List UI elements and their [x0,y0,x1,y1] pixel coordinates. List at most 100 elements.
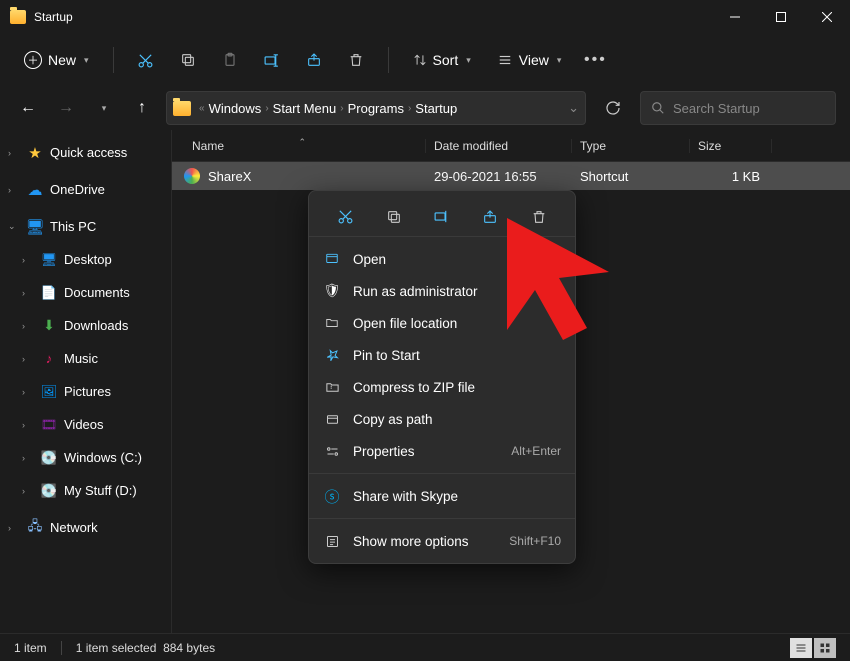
music-icon: ♪ [40,350,58,368]
paste-button[interactable] [212,42,248,78]
view-label: View [519,52,549,68]
desktop-icon: 🖥 [40,251,58,269]
plus-icon: ＋ [24,51,42,69]
sidebar-item-label: This PC [50,219,96,234]
address-row: ← → ▾ ↑ « Windows › Start Menu › Program… [0,86,850,130]
details-view-button[interactable] [790,638,812,658]
ctx-open[interactable]: Open [309,243,575,275]
column-header-date[interactable]: Date modified [426,139,572,153]
rename-button[interactable] [254,42,290,78]
column-header-name[interactable]: Name⌃ [172,139,426,153]
sidebar-item-label: Desktop [64,252,112,267]
sidebar-item-this-pc[interactable]: ⌄🖥This PC [0,210,171,243]
search-input[interactable]: Search Startup [640,91,836,125]
column-header-size[interactable]: Size [690,139,772,153]
ctx-delete-button[interactable] [523,201,555,233]
ctx-properties[interactable]: PropertiesAlt+Enter [309,435,575,467]
ctx-compress[interactable]: Compress to ZIP file [309,371,575,403]
crumb-startup[interactable]: Startup [415,101,457,116]
back-button[interactable]: ← [14,94,42,122]
file-row[interactable]: ShareX 29-06-2021 16:55 Shortcut 1 KB [172,162,850,190]
sidebar-item-documents[interactable]: ›📄Documents [0,276,171,309]
sidebar-item-pictures[interactable]: ›🖼Pictures [0,375,171,408]
address-bar[interactable]: « Windows › Start Menu › Programs › Star… [166,91,586,125]
view-button[interactable]: View ▾ [487,46,572,74]
ctx-label: Pin to Start [353,348,420,363]
sidebar: ›★Quick access ›☁OneDrive ⌄🖥This PC ›🖥De… [0,130,172,633]
zip-icon [323,380,341,395]
up-button[interactable]: ↑ [128,94,156,122]
ctx-open-location[interactable]: Open file location [309,307,575,339]
sidebar-item-music[interactable]: ›♪Music [0,342,171,375]
pictures-icon: 🖼 [40,383,58,401]
ctx-pin-start[interactable]: Pin to Start [309,339,575,371]
icons-view-button[interactable] [814,638,836,658]
sidebar-item-label: Music [64,351,98,366]
documents-icon: 📄 [40,284,58,302]
sharex-icon [184,168,200,184]
chevron-right-icon: › [265,103,268,114]
chevron-right-icon: › [408,103,411,114]
drive-icon: 💽 [40,449,58,467]
more-button[interactable]: ••• [577,42,613,78]
sidebar-item-label: OneDrive [50,182,105,197]
crumb-windows[interactable]: Windows [209,101,262,116]
ctx-label: Show more options [353,534,469,549]
view-icon [497,53,513,67]
folder-open-icon [323,316,341,330]
column-headers: Name⌃ Date modified Type Size [172,130,850,162]
maximize-button[interactable] [758,0,804,34]
sort-icon [413,53,427,67]
refresh-button[interactable] [596,91,630,125]
file-name: ShareX [208,169,251,184]
skype-icon: ⓢ [323,486,341,507]
sidebar-item-videos[interactable]: ›🎞Videos [0,408,171,441]
crumb-start-menu[interactable]: Start Menu [273,101,337,116]
ctx-run-admin[interactable]: 🛡 Run as administrator [309,275,575,307]
ctx-show-more[interactable]: Show more optionsShift+F10 [309,525,575,557]
sort-button[interactable]: Sort ▾ [403,46,481,74]
ctx-label: Run as administrator [353,284,478,299]
sidebar-item-label: Windows (C:) [64,450,142,465]
sidebar-item-quick-access[interactable]: ›★Quick access [0,136,171,169]
sidebar-item-onedrive[interactable]: ›☁OneDrive [0,173,171,206]
ctx-copy-path[interactable]: Copy as path [309,403,575,435]
copy-path-icon [323,412,341,427]
ctx-rename-button[interactable] [426,201,458,233]
share-button[interactable] [296,42,332,78]
sidebar-item-desktop[interactable]: ›🖥Desktop [0,243,171,276]
close-button[interactable] [804,0,850,34]
ctx-share-skype[interactable]: ⓢShare with Skype [309,480,575,512]
ctx-cut-button[interactable] [329,201,361,233]
titlebar: Startup [0,0,850,34]
cut-button[interactable] [128,42,164,78]
ctx-shortcut: Alt+Enter [511,444,561,458]
sidebar-item-network[interactable]: ›🖧Network [0,511,171,544]
copy-button[interactable] [170,42,206,78]
status-selected: 1 item selected [76,641,157,655]
forward-button[interactable]: → [52,94,80,122]
delete-button[interactable] [338,42,374,78]
minimize-button[interactable] [712,0,758,34]
crumb-programs[interactable]: Programs [348,101,404,116]
cloud-icon: ☁ [26,181,44,199]
chevron-down-icon: ▾ [466,55,471,66]
chevron-down-icon[interactable]: ⌄ [568,100,579,116]
sidebar-item-windows-c[interactable]: ›💽Windows (C:) [0,441,171,474]
toolbar: ＋ New ▾ Sort ▾ View ▾ ••• [0,34,850,86]
new-button[interactable]: ＋ New ▾ [14,45,99,75]
downloads-icon: ⬇ [40,317,58,335]
window-folder-icon [10,10,26,24]
sidebar-item-label: Videos [64,417,104,432]
context-menu: Open 🛡 Run as administrator Open file loc… [308,190,576,564]
ctx-copy-button[interactable] [378,201,410,233]
file-size: 1 KB [690,169,772,184]
sidebar-item-my-stuff-d[interactable]: ›💽My Stuff (D:) [0,474,171,507]
search-placeholder: Search Startup [673,101,760,116]
ctx-share-button[interactable] [474,201,506,233]
sidebar-item-downloads[interactable]: ›⬇Downloads [0,309,171,342]
recent-button[interactable]: ▾ [90,94,118,122]
new-label: New [48,52,76,68]
column-header-type[interactable]: Type [572,139,690,153]
shield-icon: 🛡 [323,283,341,299]
